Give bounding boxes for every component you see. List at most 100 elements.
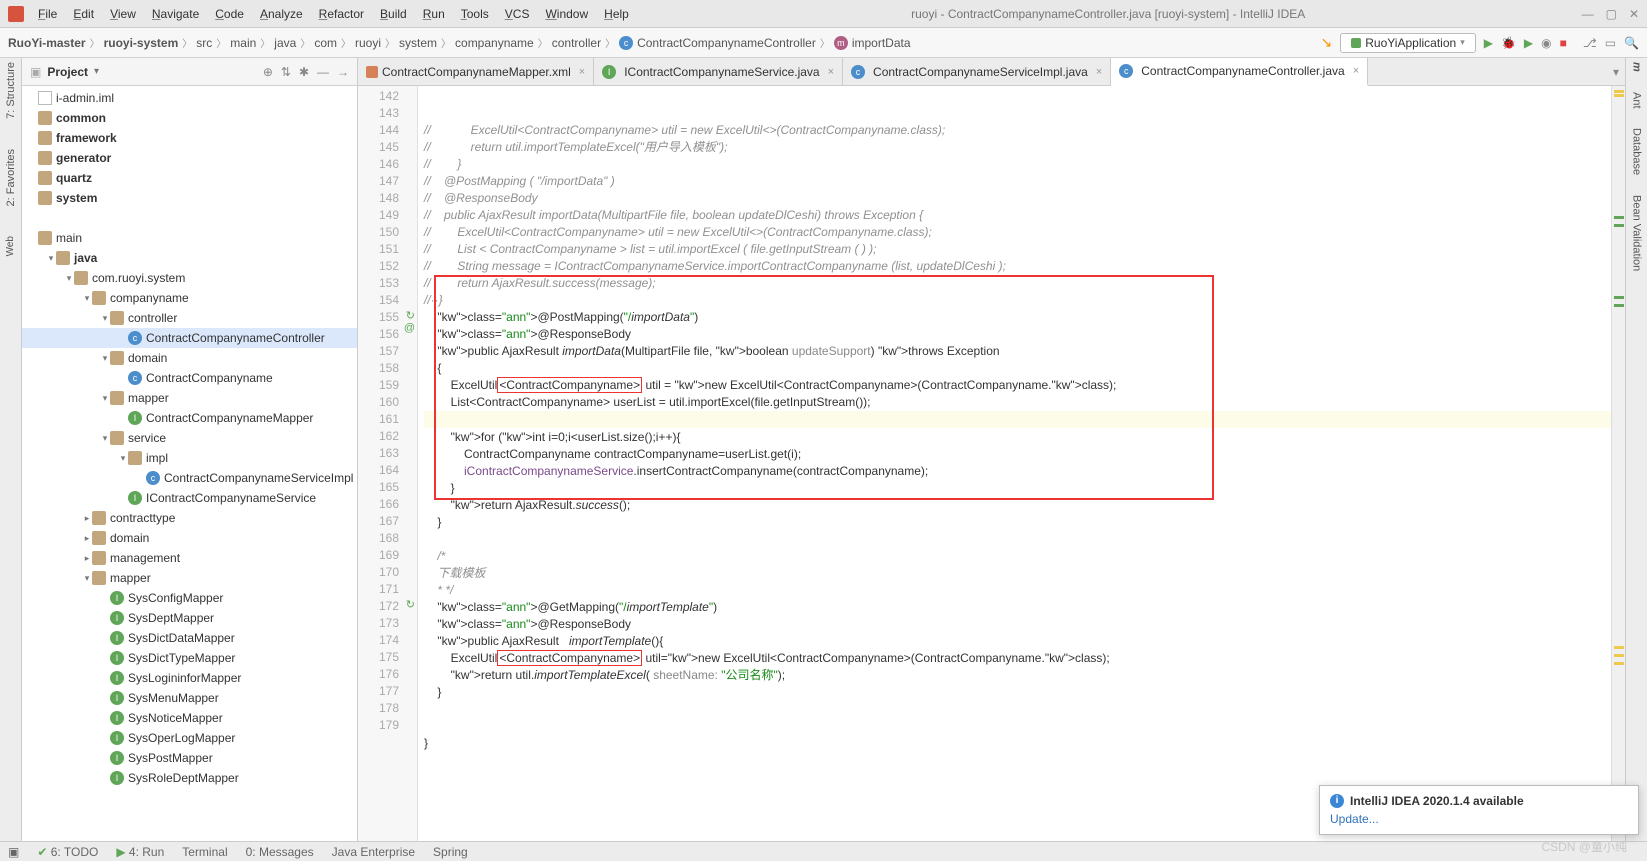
crumb-main[interactable]: main	[230, 36, 256, 50]
more-icon[interactable]: →	[337, 65, 349, 79]
crumb-com[interactable]: com	[314, 36, 337, 50]
todo-button[interactable]: 6: TODO	[51, 845, 99, 859]
tree-node[interactable]: common	[22, 108, 357, 128]
tree-node[interactable]: ▾java	[22, 248, 357, 268]
menu-run[interactable]: Run	[417, 5, 451, 23]
menu-tools[interactable]: Tools	[455, 5, 495, 23]
editor-tab[interactable]: cContractCompanynameController.java×	[1111, 58, 1368, 86]
search-everywhere-icon[interactable]: 🔍	[1624, 36, 1639, 50]
stop-icon[interactable]: ■	[1560, 36, 1567, 50]
menu-vcs[interactable]: VCS	[499, 5, 536, 23]
tree-node[interactable]: ISysDeptMapper	[22, 608, 357, 628]
crumb-controller[interactable]: controller	[552, 36, 601, 50]
tree-node[interactable]: ISysPostMapper	[22, 748, 357, 768]
menu-view[interactable]: View	[104, 5, 142, 23]
menu-refactor[interactable]: Refactor	[313, 5, 370, 23]
editor-tab[interactable]: ContractCompanynameMapper.xml×	[358, 58, 594, 85]
tree-node[interactable]: i-admin.iml	[22, 88, 357, 108]
ant-tool-button[interactable]: Ant	[1631, 92, 1643, 109]
crumb-ruoyi[interactable]: ruoyi	[355, 36, 381, 50]
tree-node[interactable]: main	[22, 228, 357, 248]
run-icon[interactable]: ▶	[1484, 36, 1493, 50]
crumb-system[interactable]: system	[399, 36, 437, 50]
tree-node[interactable]: ISysRoleDeptMapper	[22, 768, 357, 788]
tree-node[interactable]: ▾domain	[22, 348, 357, 368]
tree-node[interactable]: ▸management	[22, 548, 357, 568]
hide-icon[interactable]: —	[317, 65, 329, 79]
tree-node[interactable]	[22, 208, 357, 228]
tree-node[interactable]: ▾impl	[22, 448, 357, 468]
tree-node[interactable]: ISysMenuMapper	[22, 688, 357, 708]
menu-edit[interactable]: Edit	[67, 5, 100, 23]
update-link[interactable]: Update...	[1330, 812, 1379, 826]
project-view-icon[interactable]: ▣	[30, 65, 41, 79]
locate-icon[interactable]: ⊕	[263, 65, 273, 79]
tree-node[interactable]: framework	[22, 128, 357, 148]
menu-code[interactable]: Code	[209, 5, 250, 23]
maven-tool-button[interactable]: m	[1631, 62, 1643, 72]
tree-node[interactable]: ISysDictTypeMapper	[22, 648, 357, 668]
menu-build[interactable]: Build	[374, 5, 413, 23]
crumb-method[interactable]: mimportData	[834, 36, 911, 50]
tree-node[interactable]: ▾mapper	[22, 388, 357, 408]
project-view-combo-icon[interactable]: ▾	[94, 66, 99, 77]
favorites-tool-button[interactable]: 2: Favorites	[5, 149, 17, 206]
crumb-ruoyi-master[interactable]: RuoYi-master	[8, 36, 86, 50]
tree-node[interactable]: ISysOperLogMapper	[22, 728, 357, 748]
tree-node[interactable]: ▾companyname	[22, 288, 357, 308]
java-enterprise-button[interactable]: Java Enterprise	[332, 845, 415, 859]
git-icon[interactable]: ⎇	[1583, 36, 1597, 50]
web-tool-button[interactable]: Web	[5, 236, 16, 256]
tree-node[interactable]: quartz	[22, 168, 357, 188]
back-icon[interactable]: ↘	[1321, 34, 1333, 51]
collapse-icon[interactable]: ⇅	[281, 65, 291, 79]
error-stripe[interactable]	[1611, 86, 1625, 841]
update-project-icon[interactable]: ▭	[1605, 36, 1616, 50]
messages-button[interactable]: 0: Messages	[246, 845, 314, 859]
close-tab-icon[interactable]: ×	[1353, 65, 1359, 77]
tree-node[interactable]: ▾service	[22, 428, 357, 448]
tree-node[interactable]: generator	[22, 148, 357, 168]
tree-node[interactable]: ▸contracttype	[22, 508, 357, 528]
tree-node[interactable]: cContractCompanynameServiceImpl	[22, 468, 357, 488]
show-tool-windows-icon[interactable]: ▣	[8, 845, 19, 859]
tree-node[interactable]: IIContractCompanynameService	[22, 488, 357, 508]
close-tab-icon[interactable]: ×	[579, 66, 585, 78]
maximize-icon[interactable]: ▢	[1606, 7, 1617, 21]
crumb-companyname[interactable]: companyname	[455, 36, 534, 50]
tree-node[interactable]: IContractCompanynameMapper	[22, 408, 357, 428]
menu-file[interactable]: File	[32, 5, 63, 23]
tree-node[interactable]: cContractCompanynameController	[22, 328, 357, 348]
tree-node[interactable]: ▾controller	[22, 308, 357, 328]
tree-node[interactable]: ISysConfigMapper	[22, 588, 357, 608]
editor-tab[interactable]: IIContractCompanynameService.java×	[594, 58, 843, 85]
crumb-src[interactable]: src	[196, 36, 212, 50]
tree-node[interactable]: system	[22, 188, 357, 208]
menu-navigate[interactable]: Navigate	[146, 5, 205, 23]
crumb-ruoyi-system[interactable]: ruoyi-system	[104, 36, 179, 50]
menu-window[interactable]: Window	[539, 5, 594, 23]
tree-node[interactable]: ISysDictDataMapper	[22, 628, 357, 648]
project-tree[interactable]: i-admin.imlcommonframeworkgeneratorquart…	[22, 86, 357, 841]
profile-icon[interactable]: ◉	[1541, 36, 1551, 50]
close-tab-icon[interactable]: ×	[1096, 66, 1102, 78]
coverage-icon[interactable]: ▶	[1524, 36, 1533, 50]
code-editor[interactable]: // ExcelUtil<ContractCompanyname> util =…	[418, 86, 1611, 841]
editor-gutter[interactable]: 1421431441451461471481491501511521531541…	[358, 86, 418, 841]
tree-node[interactable]: ISysLogininforMapper	[22, 668, 357, 688]
debug-icon[interactable]: 🐞	[1501, 36, 1516, 50]
close-tab-icon[interactable]: ×	[828, 66, 834, 78]
close-icon[interactable]: ✕	[1629, 7, 1639, 21]
tree-node[interactable]: ▸domain	[22, 528, 357, 548]
tab-list-icon[interactable]: ▾	[1607, 58, 1625, 85]
terminal-button[interactable]: Terminal	[182, 845, 227, 859]
editor-tab[interactable]: cContractCompanynameServiceImpl.java×	[843, 58, 1111, 85]
run-config-selector[interactable]: RuoYiApplication ▾	[1340, 33, 1475, 53]
menu-help[interactable]: Help	[598, 5, 635, 23]
tree-node[interactable]: ISysNoticeMapper	[22, 708, 357, 728]
spring-button[interactable]: Spring	[433, 845, 468, 859]
bean-validation-tool-button[interactable]: Bean Validation	[1631, 195, 1643, 271]
crumb-java[interactable]: java	[274, 36, 296, 50]
tree-node[interactable]: ▾com.ruoyi.system	[22, 268, 357, 288]
tree-node[interactable]: cContractCompanyname	[22, 368, 357, 388]
